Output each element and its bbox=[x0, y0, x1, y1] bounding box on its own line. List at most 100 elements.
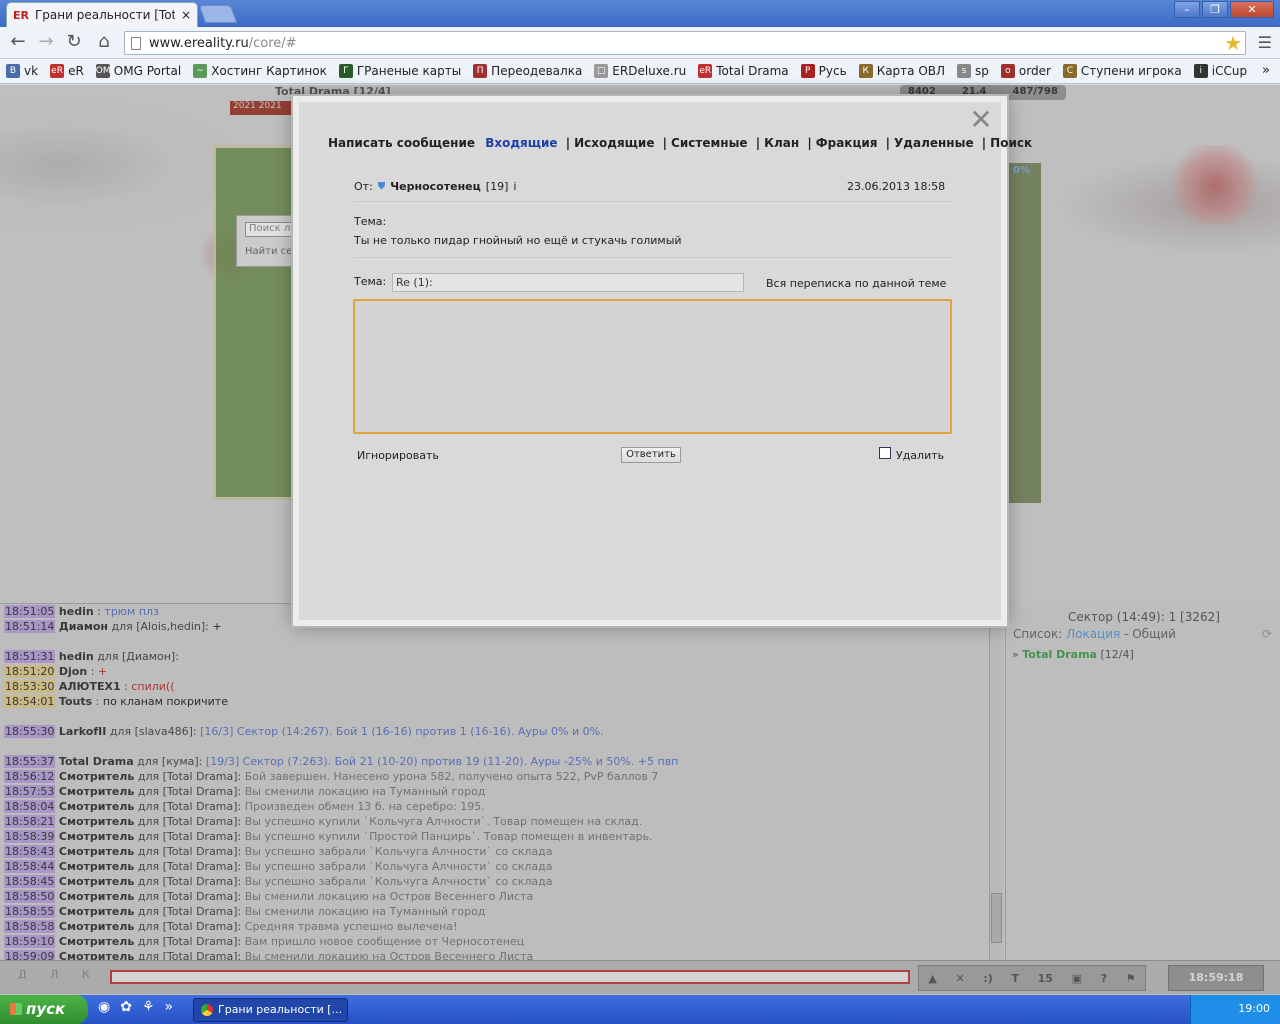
reply-subject-label: Тема: bbox=[354, 275, 387, 288]
bookmark-item[interactable]: Г ГРаненые карты bbox=[338, 64, 462, 78]
bookmark-label: eR bbox=[68, 64, 84, 78]
tab-outbox[interactable]: Исходящие bbox=[574, 136, 654, 150]
message-sender: От: ⛊ Черносотенец [19] i bbox=[354, 180, 516, 193]
maximize-button[interactable]: ❐ bbox=[1202, 1, 1228, 18]
bookmark-label: ERDeluxe.ru bbox=[612, 64, 687, 78]
bookmark-icon: s bbox=[957, 64, 972, 78]
tab-clan[interactable]: Клан bbox=[764, 136, 799, 150]
tray-clock[interactable]: 19:00 bbox=[1238, 1002, 1270, 1015]
bookmark-icon: o bbox=[1000, 64, 1015, 78]
sender-level: [19] bbox=[485, 180, 509, 193]
reload-icon[interactable]: ↻ bbox=[62, 31, 86, 55]
delete-label: Удалить bbox=[896, 449, 945, 462]
bookmark-item[interactable]: eR Total Drama bbox=[698, 64, 789, 78]
new-tab-button[interactable] bbox=[198, 5, 238, 23]
bookmark-icon: ~ bbox=[193, 64, 208, 78]
bookmark-label: OMG Portal bbox=[113, 64, 182, 78]
reply-subject-input[interactable]: Re (1): bbox=[392, 273, 744, 292]
bookmark-icon: OMG bbox=[95, 64, 118, 78]
tab-compose[interactable]: Написать сообщение bbox=[328, 136, 475, 150]
bookmark-item[interactable]: Bvk bbox=[6, 64, 38, 78]
tab-title: Грани реальности [Total Dra bbox=[34, 8, 175, 22]
bookmark-item[interactable]: □ ERDeluxe.ru bbox=[594, 64, 686, 78]
bookmark-icon: С bbox=[1062, 64, 1077, 78]
sender-name[interactable]: Черносотенец bbox=[390, 180, 481, 193]
tab-deleted[interactable]: Удаленные bbox=[894, 136, 974, 150]
tab-system[interactable]: Системные bbox=[671, 136, 748, 150]
bookmark-icon: Р bbox=[800, 64, 815, 78]
forward-icon[interactable]: → bbox=[34, 31, 58, 55]
wrench-menu-icon[interactable]: ☰ bbox=[1258, 33, 1272, 52]
bookmark-label: iCCup bbox=[1211, 64, 1248, 78]
bookmark-item[interactable]: eR eR bbox=[50, 64, 84, 78]
url-path: /core/# bbox=[248, 35, 297, 51]
back-icon[interactable]: ← bbox=[6, 31, 30, 55]
subject-label: Тема: bbox=[354, 215, 387, 228]
chrome-icon bbox=[201, 1004, 213, 1016]
bookmark-item[interactable]: s sp bbox=[957, 64, 989, 78]
taskbar-window-button[interactable]: Грани реальности [... bbox=[193, 998, 348, 1022]
bookmark-item[interactable]: С Ступени игрока bbox=[1062, 64, 1182, 78]
bookmark-icon: Г bbox=[338, 64, 353, 78]
bookmark-item[interactable]: П Переодевалка bbox=[473, 64, 582, 78]
bookmarks-bar: Bvk eR eR OMG OMG Portal ~ Хостинг Картинок Г ГР… bbox=[0, 59, 1280, 84]
tab-close-icon[interactable]: × bbox=[181, 8, 191, 22]
reply-button[interactable]: Ответить bbox=[621, 447, 681, 463]
bookmark-label: Хостинг Картинок bbox=[211, 64, 327, 78]
bookmark-label: Ступени игрока bbox=[1080, 64, 1182, 78]
info-icon[interactable]: i bbox=[513, 180, 516, 193]
address-bar[interactable]: www.ereality.ru/core/# bbox=[124, 31, 1246, 55]
message-date: 23.06.2013 18:58 bbox=[847, 180, 946, 193]
message-body: Ты не только пидар гнойный но ещё и стук… bbox=[354, 234, 682, 247]
divider bbox=[354, 257, 952, 258]
bookmark-label: Русь bbox=[818, 64, 847, 78]
bookmark-label: sp bbox=[975, 64, 989, 78]
browser-tab[interactable]: ER Грани реальности [Total Dra × bbox=[6, 2, 198, 27]
page-icon bbox=[131, 36, 141, 50]
close-dialog-icon[interactable]: ✕ bbox=[966, 106, 996, 136]
delete-checkbox[interactable] bbox=[879, 447, 891, 459]
system-tray: 19:00 bbox=[1190, 995, 1280, 1024]
chrome-icon[interactable]: ◉ bbox=[98, 999, 110, 1015]
bookmark-label: ГРаненые карты bbox=[356, 64, 462, 78]
bookmark-label: Total Drama bbox=[716, 64, 789, 78]
ignore-link[interactable]: Игнорировать bbox=[357, 449, 439, 462]
app-icon[interactable]: ⚘ bbox=[142, 999, 155, 1015]
bookmark-star-icon[interactable]: ★ bbox=[1224, 31, 1242, 55]
bookmarks-overflow-icon[interactable]: » bbox=[1262, 63, 1270, 78]
bookmark-icon: □ bbox=[594, 64, 609, 78]
close-window-button[interactable]: ✕ bbox=[1230, 1, 1274, 18]
windows-taskbar bbox=[0, 995, 1280, 1024]
divider bbox=[354, 201, 952, 202]
home-icon[interactable]: ⌂ bbox=[92, 31, 116, 55]
windows-logo-icon bbox=[10, 1003, 22, 1015]
bookmark-item[interactable]: i iCCup bbox=[1193, 64, 1248, 78]
bookmark-item[interactable]: К Карта ОВЛ bbox=[858, 64, 946, 78]
bookmark-icon: К bbox=[858, 64, 873, 78]
bookmark-item[interactable]: o order bbox=[1000, 64, 1051, 78]
app-icon[interactable]: ✿ bbox=[120, 999, 132, 1015]
bookmark-icon: i bbox=[1193, 64, 1208, 78]
bookmark-icon: eR bbox=[50, 64, 65, 78]
mail-tabs: Написать сообщение Входящие | Исходящие |… bbox=[328, 136, 1033, 150]
bookmark-icon: eR bbox=[698, 64, 713, 78]
bookmark-item[interactable]: OMG OMG Portal bbox=[95, 64, 182, 78]
thread-link[interactable]: Вся переписка по данной теме bbox=[766, 277, 946, 290]
tab-faction[interactable]: Фракция bbox=[816, 136, 878, 150]
bookmark-item[interactable]: ~ Хостинг Картинок bbox=[193, 64, 327, 78]
bookmark-item[interactable]: Р Русь bbox=[800, 64, 847, 78]
tab-inbox[interactable]: Входящие bbox=[485, 136, 557, 150]
bookmark-label: Переодевалка bbox=[491, 64, 583, 78]
quick-launch: ◉ ✿ ⚘ » bbox=[98, 999, 173, 1015]
bookmark-label: vk bbox=[24, 64, 39, 78]
bookmark-label: order bbox=[1018, 64, 1051, 78]
reply-textarea[interactable] bbox=[353, 299, 952, 434]
minimize-button[interactable]: – bbox=[1174, 1, 1200, 18]
quicklaunch-more-icon[interactable]: » bbox=[165, 999, 174, 1015]
url-host: www.ereality.ru bbox=[149, 35, 249, 51]
bookmark-icon: B bbox=[6, 64, 20, 78]
bookmark-label: Карта ОВЛ bbox=[876, 64, 946, 78]
tab-search[interactable]: Поиск bbox=[990, 136, 1032, 150]
window-controls: – ❐ ✕ bbox=[1174, 1, 1274, 18]
bookmark-icon: П bbox=[473, 64, 488, 78]
